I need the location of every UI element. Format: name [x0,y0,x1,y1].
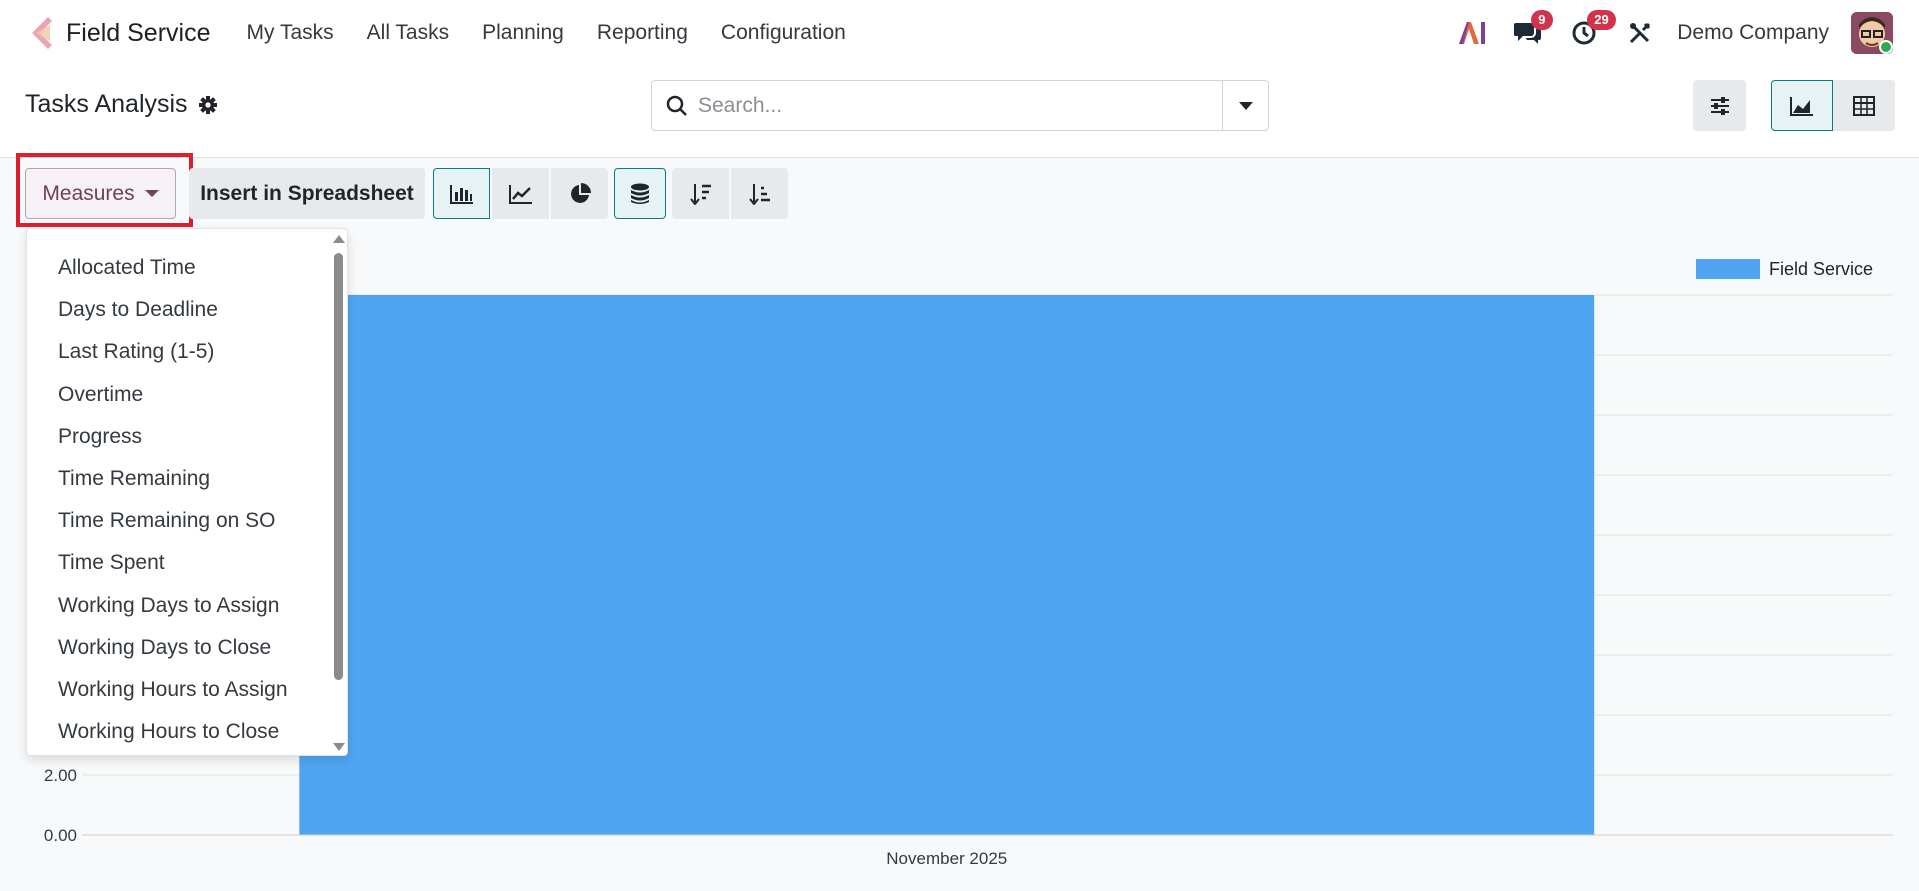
graph-view-button[interactable] [1771,80,1833,131]
pie-chart-button[interactable] [551,168,608,219]
measure-working-hours-to-close[interactable]: Working Hours to Close [27,711,347,753]
measure-progress[interactable]: Progress [27,416,347,458]
scroll-up-arrow-icon[interactable] [333,235,345,243]
legend-label: Field Service [1769,259,1873,279]
caret-down-icon [144,190,159,197]
line-chart-button[interactable] [492,168,549,219]
sort-descending-icon [689,183,711,205]
table-grid-icon [1853,95,1875,116]
measure-days-to-deadline[interactable]: Days to Deadline [27,289,347,331]
y-tick-label: 2.00 [44,766,77,785]
page-title: Tasks Analysis [25,90,218,119]
field-service-logo-icon [32,17,52,49]
pivot-view-button[interactable] [1833,80,1895,131]
bar-chart-icon [449,184,473,204]
measures-dropdown-button[interactable]: Measures [25,168,176,219]
x-tick-label: November 2025 [886,849,1007,868]
filters-panel-button[interactable] [1693,80,1746,131]
stack-group [614,168,668,219]
measures-dropdown-menu: Allocated Time Days to Deadline Last Rat… [26,228,348,756]
legend-swatch [1696,259,1760,279]
measure-working-days-to-close[interactable]: Working Days to Close [27,627,347,669]
database-stack-icon [631,183,649,204]
sort-ascending-button[interactable] [731,168,788,219]
sliders-icon [1710,96,1729,115]
sort-ascending-icon [748,183,770,205]
scrollbar-thumb[interactable] [334,253,343,680]
view-switcher [1771,80,1895,131]
dropdown-scrollbar[interactable] [332,233,345,753]
search-input[interactable] [698,93,1178,118]
measure-overtime[interactable]: Overtime [27,374,347,416]
menu-planning[interactable]: Planning [482,21,564,45]
messages-icon[interactable]: 9 [1511,10,1553,50]
search-options-toggle[interactable] [1222,81,1268,130]
caret-down-icon [1238,101,1253,110]
sort-group [672,168,790,219]
menu-all-tasks[interactable]: All Tasks [367,21,449,45]
measures-list: Allocated Time Days to Deadline Last Rat… [27,229,347,753]
sort-descending-button[interactable] [672,168,729,219]
measure-working-hours-to-assign[interactable]: Working Hours to Assign [27,669,347,711]
menu-my-tasks[interactable]: My Tasks [247,21,334,45]
measure-last-rating[interactable]: Last Rating (1-5) [27,331,347,373]
control-panel: Tasks Analysis [0,66,1919,158]
line-chart-icon [508,184,532,204]
insert-spreadsheet-label: Insert in Spreadsheet [200,181,414,205]
app-brand[interactable]: Field Service [28,13,211,53]
search-bar [651,80,1269,131]
measure-time-spent[interactable]: Time Spent [27,542,347,584]
measure-allocated-time[interactable]: Allocated Time [27,247,347,289]
search-icon [666,95,687,116]
scroll-down-arrow-icon[interactable] [333,743,345,751]
online-status-dot [1879,40,1893,54]
top-navbar: Field Service My Tasks All Tasks Plannin… [0,0,1919,66]
graph-toolbar: Measures Insert in Spreadsheet [0,153,800,227]
messages-count-badge: 9 [1531,10,1553,30]
company-switcher[interactable]: Demo Company [1677,21,1829,45]
chart-type-group [433,168,610,219]
activities-count-badge: 29 [1587,10,1616,30]
navbar-systray: 9 29 Demo Company [1433,0,1893,66]
stacked-button[interactable] [614,168,666,219]
pie-chart-icon [570,182,591,203]
menu-configuration[interactable]: Configuration [721,21,846,45]
menu-reporting[interactable]: Reporting [597,21,688,45]
area-chart-icon [1790,96,1813,116]
measure-time-remaining-on-so[interactable]: Time Remaining on SO [27,500,347,542]
measures-label: Measures [42,181,135,205]
activities-clock-icon[interactable]: 29 [1567,10,1616,50]
debug-tools-icon[interactable] [1623,16,1657,50]
ai-icon[interactable] [1455,16,1489,50]
bar-chart-button[interactable] [433,168,490,219]
page-title-text: Tasks Analysis [25,90,188,118]
main-menu: My Tasks All Tasks Planning Reporting Co… [247,21,879,45]
measure-working-days-to-assign[interactable]: Working Days to Assign [27,585,347,627]
app-name: Field Service [66,18,211,47]
insert-spreadsheet-button[interactable]: Insert in Spreadsheet [189,168,425,219]
y-tick-label: 0.00 [44,826,77,845]
user-avatar[interactable] [1851,12,1893,54]
gear-icon[interactable] [198,95,218,115]
measure-time-remaining[interactable]: Time Remaining [27,458,347,500]
chart-bar [299,295,1595,835]
